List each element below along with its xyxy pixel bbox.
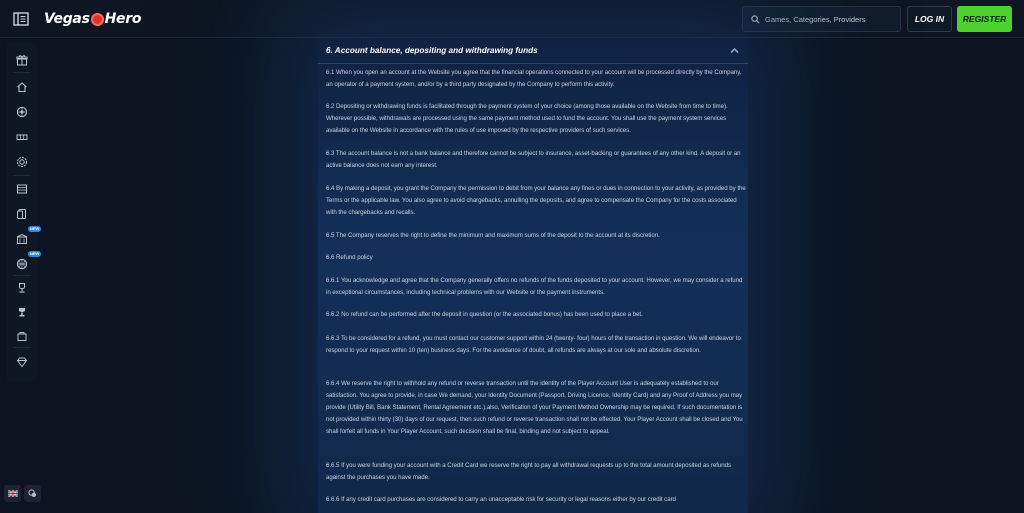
home-icon[interactable]: [14, 79, 30, 95]
terms-paragraph: 6.2 Depositing or withdrawing funds is f…: [326, 103, 728, 134]
terms-paragraph: 6.6.3 To be considered for a refund, you…: [326, 335, 741, 354]
new-badge: NEW: [28, 226, 42, 232]
trophy-icon[interactable]: [14, 280, 30, 296]
terms-paragraph: 6.3 The account balance is not a bank ba…: [326, 150, 741, 169]
terms-content-panel: 6. Account balance, depositing and withd…: [318, 38, 748, 513]
sports-ball-icon[interactable]: NEW: [14, 251, 42, 272]
language-button[interactable]: [4, 485, 21, 502]
casino-building-icon[interactable]: NEW: [14, 226, 42, 247]
chevron-up-icon[interactable]: [730, 47, 739, 54]
terms-paragraph: 6.6.6 If any credit card purchases are c…: [326, 496, 676, 503]
terms-paragraph: 6.6.5 If you were funding your account w…: [326, 462, 732, 481]
search-icon: [751, 14, 760, 24]
terms-paragraph: 6.6 Refund policy: [326, 254, 373, 261]
section-title: 6. Account balance, depositing and withd…: [326, 46, 538, 55]
gift-icon[interactable]: [14, 52, 30, 68]
cards-icon[interactable]: [14, 206, 30, 222]
logo-chip-icon: [90, 12, 104, 26]
table-games-icon[interactable]: [14, 181, 30, 197]
search-input[interactable]: [765, 14, 895, 24]
tournament-cup-icon[interactable]: [14, 304, 30, 320]
terms-paragraph: 6.6.1 You acknowledge and agree that the…: [326, 277, 743, 296]
search-box[interactable]: [742, 6, 901, 32]
sidebar-divider: [13, 175, 31, 176]
shop-icon[interactable]: [14, 328, 30, 344]
chat-icon: [28, 489, 37, 498]
top-bar: Vegas Hero LOG IN REGISTER: [0, 0, 1024, 38]
sidebar-toggle-icon[interactable]: [12, 10, 30, 28]
terms-paragraph: 6.6.2 No refund can be performed after t…: [326, 311, 643, 318]
live-casino-icon[interactable]: [14, 154, 30, 170]
logo-text-hero: Hero: [104, 11, 142, 27]
slots-icon[interactable]: [14, 129, 30, 145]
sidebar-divider: [13, 72, 31, 73]
diamond-icon[interactable]: [14, 354, 30, 370]
terms-paragraph: 6.5 The Company reserves the right to de…: [326, 232, 660, 239]
accordion-section-header[interactable]: 6. Account balance, depositing and withd…: [318, 38, 748, 64]
sidebar-divider: [13, 275, 31, 276]
uk-flag-icon: [7, 490, 18, 497]
roulette-icon[interactable]: [14, 104, 30, 120]
site-logo[interactable]: Vegas Hero: [44, 8, 141, 30]
terms-paragraph: 6.1 When you open an account at the Webs…: [326, 69, 742, 88]
new-badge: NEW: [28, 251, 42, 257]
logo-text-vegas: Vegas: [44, 11, 90, 27]
sidebar-divider: [13, 347, 31, 348]
register-button[interactable]: REGISTER: [957, 6, 1012, 32]
support-chat-button[interactable]: [24, 485, 41, 502]
terms-paragraph: 6.4 By making a deposit, you grant the C…: [326, 185, 746, 216]
login-button[interactable]: LOG IN: [907, 6, 952, 32]
sidebar: NEW NEW: [7, 42, 42, 382]
terms-paragraph: 6.6.4 We reserve the right to withhold a…: [326, 380, 743, 435]
